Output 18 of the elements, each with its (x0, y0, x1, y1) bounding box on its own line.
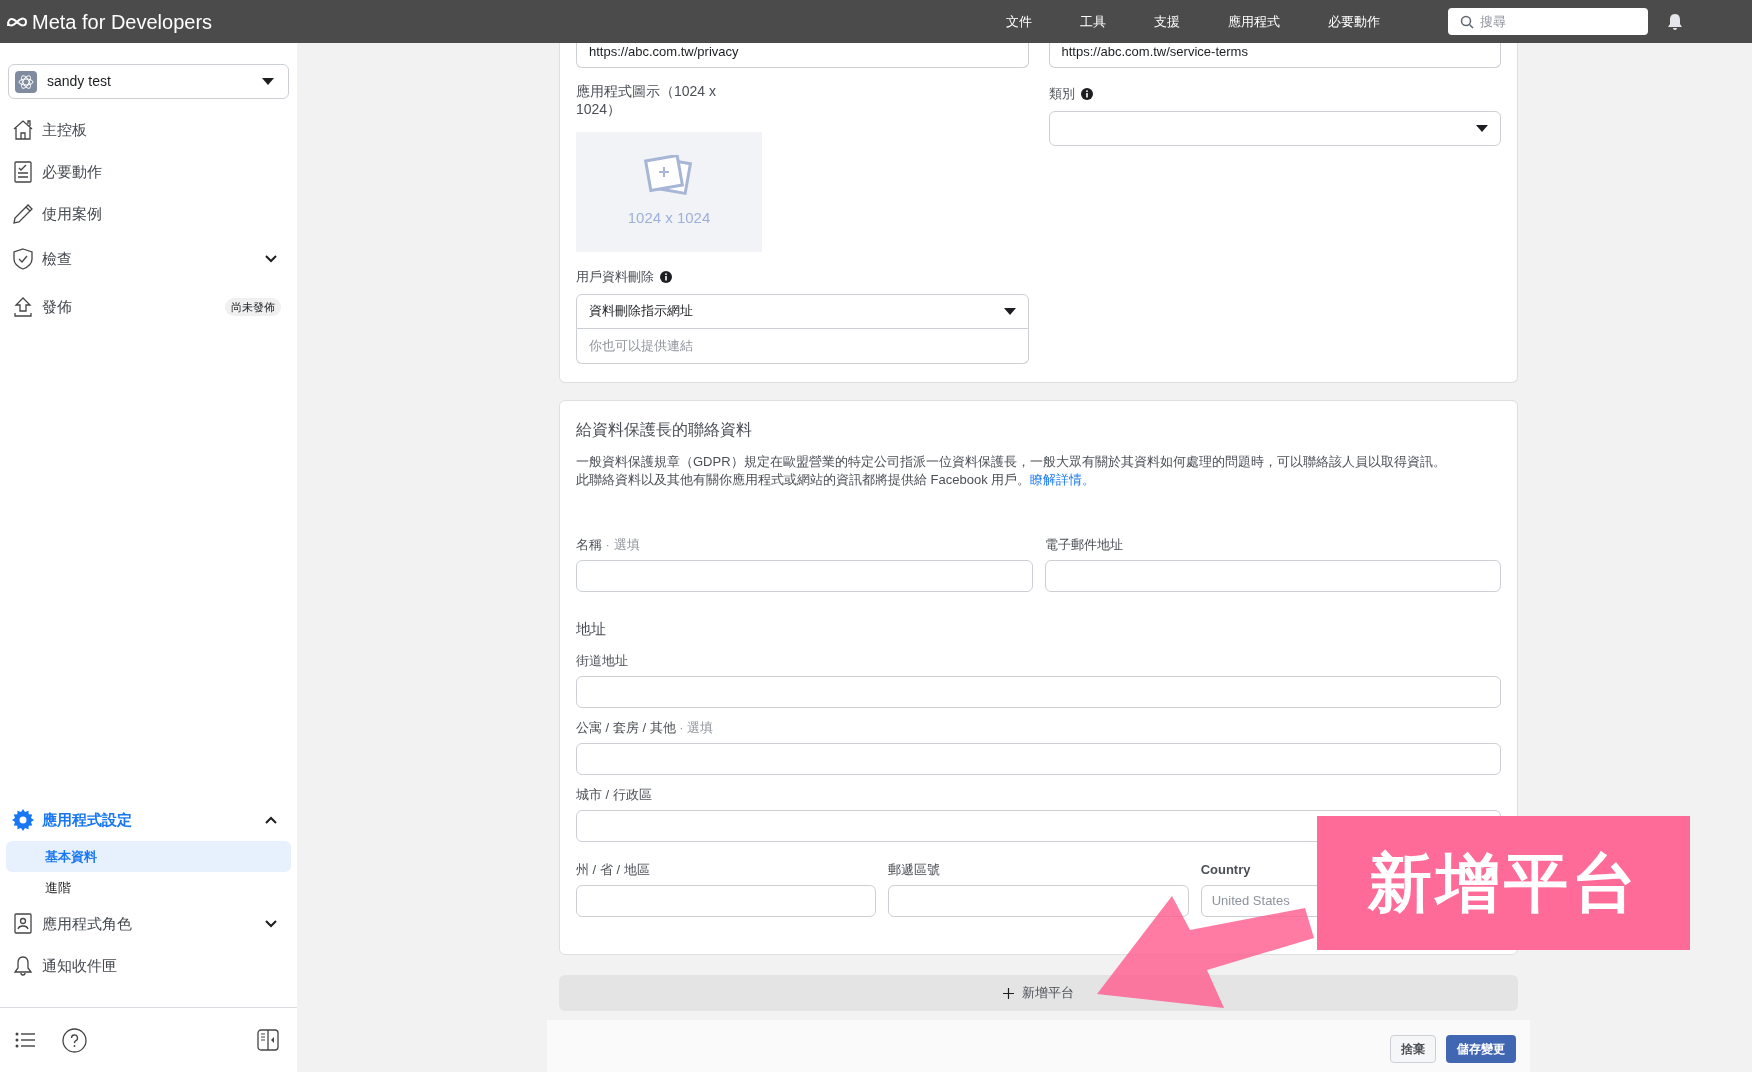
field-label: 應用程式圖示（1024 x 1024） (576, 82, 718, 118)
field-label: 州 / 省 / 地區 (576, 860, 651, 878)
annotation-tooltip: 新增平台 (1317, 816, 1690, 950)
field-label: 名稱 · 選填 (576, 536, 641, 553)
section-heading: 地址 (576, 619, 607, 639)
field-label: Country (1200, 860, 1252, 878)
field-label: 電子郵件地址 (1044, 536, 1124, 553)
field-label: 郵遞區號 (888, 860, 942, 878)
description-text: 此聯絡資料以及其他有關你應用程式或網站的資訊都將提供給 Facebook 用戶。瞭解詳情。 (576, 471, 1097, 489)
card-title: 給資料保護長的聯絡資料 (576, 420, 753, 440)
field-label: 類別 (1048, 85, 1075, 103)
field-label: 用戶資料刪除 (576, 268, 654, 286)
field-label: 城市 / 行政區 (576, 785, 653, 803)
status-badge: 尚未發佈 (225, 297, 281, 317)
description-text: 一般資料保護規章（GDPR）規定在歐盟營業的特定公司指派一位資料保護長，一般大眾有關於其資料如何處理的問題時，可以聯絡該人員以取得資訊。 (576, 453, 1447, 471)
field-label: 街道地址 (576, 651, 629, 669)
field-label: 公寓 / 套房 / 其他 · 選填 (576, 718, 715, 736)
size-hint: 1024 x 1024 (627, 207, 711, 228)
